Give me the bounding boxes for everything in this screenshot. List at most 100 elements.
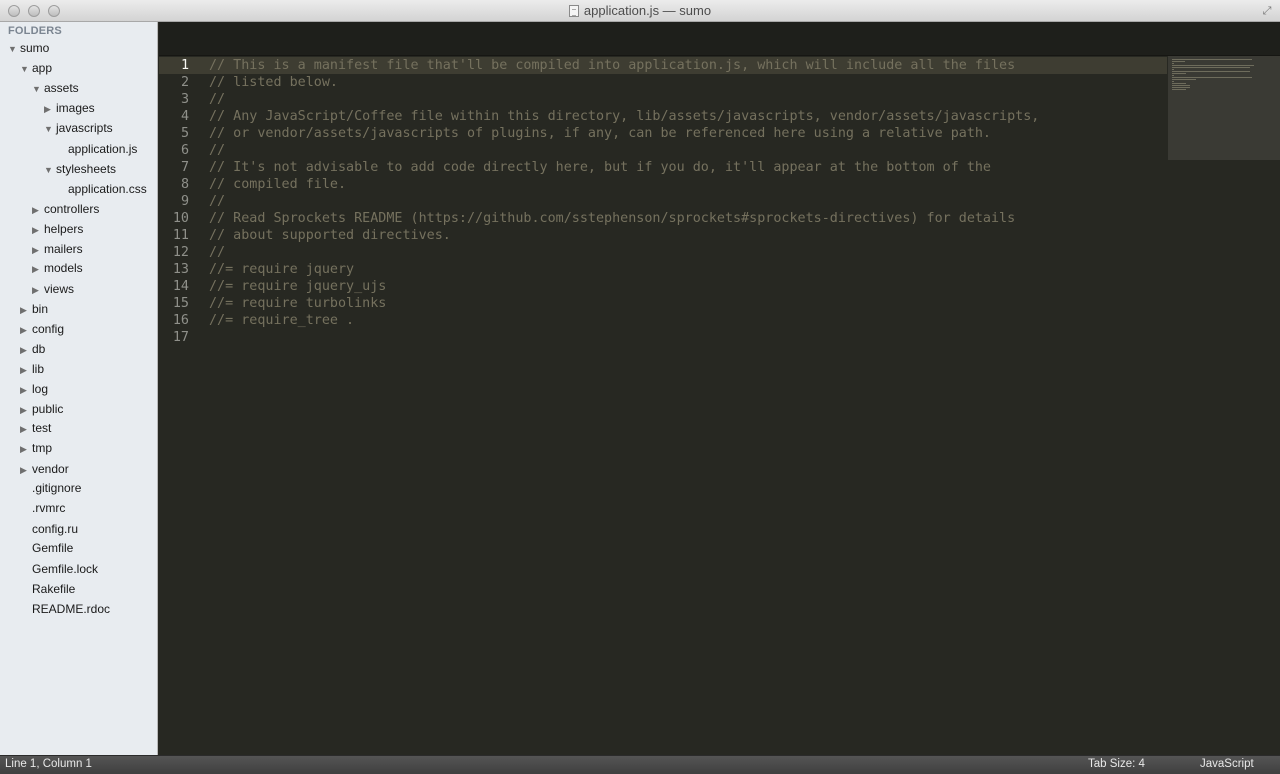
minimap-line <box>1172 89 1186 90</box>
code-line[interactable]: // listed below. <box>209 74 338 91</box>
minimap-line <box>1172 63 1174 64</box>
code-line[interactable]: //= require jquery_ujs <box>209 278 386 295</box>
disclosure-collapsed-icon[interactable]: ▶ <box>20 424 32 435</box>
line-number: 14 <box>172 279 189 294</box>
disclosure-collapsed-icon[interactable]: ▶ <box>32 264 44 275</box>
code-line[interactable]: // compiled file. <box>209 176 346 193</box>
line-number: 7 <box>180 160 189 175</box>
minimap[interactable] <box>1168 56 1280 160</box>
code-line[interactable]: // <box>209 244 225 261</box>
code-line[interactable]: //= require turbolinks <box>209 295 386 312</box>
tree-item[interactable]: config.ru <box>20 522 78 542</box>
code-line[interactable]: // about supported directives. <box>209 227 451 244</box>
disclosure-collapsed-icon[interactable]: ▶ <box>32 285 44 296</box>
tree-item-label: Rakefile <box>32 582 76 596</box>
code-line[interactable]: // <box>209 142 225 159</box>
tree-item[interactable]: ▶ public <box>20 402 63 422</box>
tree-item[interactable]: ▼ assets <box>32 81 79 101</box>
disclosure-collapsed-icon[interactable]: ▶ <box>20 405 32 416</box>
code-line[interactable]: // or vendor/assets/javascripts of plugi… <box>209 125 991 142</box>
code-line[interactable]: //= require_tree . <box>209 312 354 329</box>
tree-item[interactable]: ▶ vendor <box>20 462 69 482</box>
tree-item-label: bin <box>32 302 49 316</box>
tab-size-selector[interactable]: Tab Size: 4 <box>1088 758 1145 770</box>
code-line[interactable]: // Read Sprockets README (https://github… <box>209 210 1015 227</box>
tree-item[interactable]: ▶ log <box>20 382 48 402</box>
minimap-line <box>1172 81 1174 82</box>
disclosure-collapsed-icon[interactable]: ▶ <box>32 225 44 236</box>
disclosure-collapsed-icon[interactable]: ▶ <box>32 245 44 256</box>
tree-item-label: models <box>44 261 83 275</box>
tree-item[interactable]: ▶ mailers <box>32 242 83 262</box>
tree-item[interactable]: ▼ sumo <box>8 41 49 61</box>
disclosure-expanded-icon[interactable]: ▼ <box>32 84 44 94</box>
tree-item-label: application.css <box>68 182 147 196</box>
tree-item-label: views <box>44 282 75 296</box>
code-line[interactable]: // <box>209 193 225 210</box>
title-bar: application.js — sumo ⤢ <box>0 0 1280 22</box>
tree-item[interactable]: application.css <box>56 182 147 202</box>
tree-item[interactable]: ▶ bin <box>20 302 48 322</box>
disclosure-collapsed-icon[interactable]: ▶ <box>20 345 32 356</box>
minimap-line <box>1172 69 1174 70</box>
fullscreen-icon[interactable]: ⤢ <box>1260 4 1274 18</box>
tree-item[interactable]: .rvmrc <box>20 501 65 521</box>
disclosure-expanded-icon[interactable]: ▼ <box>44 165 56 175</box>
document-icon <box>568 5 579 17</box>
minimap-line <box>1172 79 1196 80</box>
code-line[interactable]: // It's not advisable to add code direct… <box>209 159 991 176</box>
line-number: 2 <box>180 75 189 90</box>
line-number-gutter: 1 2 3 4 5 6 7 8 9 10 11 12 13 14 15 16 17 <box>159 56 207 755</box>
tree-item-label: controllers <box>44 202 100 216</box>
syntax-selector[interactable]: JavaScript <box>1200 758 1254 770</box>
tree-item[interactable]: ▶ models <box>32 261 83 281</box>
tree-item-label: log <box>32 382 49 396</box>
tree-item-label: config.ru <box>32 522 79 536</box>
disclosure-collapsed-icon[interactable]: ▶ <box>44 104 56 115</box>
tree-item[interactable]: ▶ controllers <box>32 202 99 222</box>
tree-item[interactable]: README.rdoc <box>20 602 110 622</box>
tree-item[interactable]: ▶ db <box>20 342 45 362</box>
tree-item[interactable]: ▶ views <box>32 282 74 302</box>
tree-item-label: README.rdoc <box>32 602 111 616</box>
editor-pane[interactable]: 1 2 3 4 5 6 7 8 9 10 11 12 13 14 15 16 17 // This is a m… <box>159 22 1280 755</box>
tree-item[interactable]: Gemfile <box>20 541 73 561</box>
tree-item[interactable]: .gitignore <box>20 481 81 501</box>
line-number: 12 <box>172 245 189 260</box>
minimap-line <box>1172 85 1190 86</box>
tree-item[interactable]: ▼ stylesheets <box>44 162 116 182</box>
tree-item-label: sumo <box>20 41 50 55</box>
code-line[interactable]: //= require jquery <box>209 261 354 278</box>
tree-item[interactable]: ▼ app <box>20 61 52 81</box>
line-number: 16 <box>172 313 189 328</box>
disclosure-collapsed-icon[interactable]: ▶ <box>20 325 32 336</box>
tree-item[interactable]: application.js <box>56 142 137 162</box>
minimap-line <box>1172 71 1250 72</box>
line-number: 13 <box>172 262 189 277</box>
disclosure-collapsed-icon[interactable]: ▶ <box>20 444 32 455</box>
code-line[interactable]: // Any JavaScript/Coffee file within thi… <box>209 108 1039 125</box>
code-line[interactable]: // This is a manifest file that'll be co… <box>209 57 1015 74</box>
line-number: 3 <box>180 92 189 107</box>
disclosure-expanded-icon[interactable]: ▼ <box>8 44 20 54</box>
tree-item-label: vendor <box>32 462 69 476</box>
code-line[interactable]: // <box>209 91 225 108</box>
disclosure-collapsed-icon[interactable]: ▶ <box>20 385 32 396</box>
tree-item[interactable]: ▶ tmp <box>20 441 52 461</box>
tree-item[interactable]: ▶ lib <box>20 362 44 382</box>
tree-item[interactable]: ▶ config <box>20 322 64 342</box>
disclosure-expanded-icon[interactable]: ▼ <box>20 64 32 74</box>
tree-item[interactable]: Rakefile <box>20 582 75 602</box>
line-number: 6 <box>180 143 189 158</box>
disclosure-collapsed-icon[interactable]: ▶ <box>20 465 32 476</box>
tree-item[interactable]: ▶ images <box>44 101 95 121</box>
disclosure-collapsed-icon[interactable]: ▶ <box>32 205 44 216</box>
disclosure-expanded-icon[interactable]: ▼ <box>44 124 56 134</box>
disclosure-collapsed-icon[interactable]: ▶ <box>20 365 32 376</box>
tree-item[interactable]: ▶ helpers <box>32 222 83 242</box>
disclosure-collapsed-icon[interactable]: ▶ <box>20 305 32 316</box>
line-number: 15 <box>172 296 189 311</box>
tree-item[interactable]: ▶ test <box>20 421 51 441</box>
tree-item[interactable]: Gemfile.lock <box>20 562 98 582</box>
tree-item[interactable]: ▼ javascripts <box>44 121 113 141</box>
